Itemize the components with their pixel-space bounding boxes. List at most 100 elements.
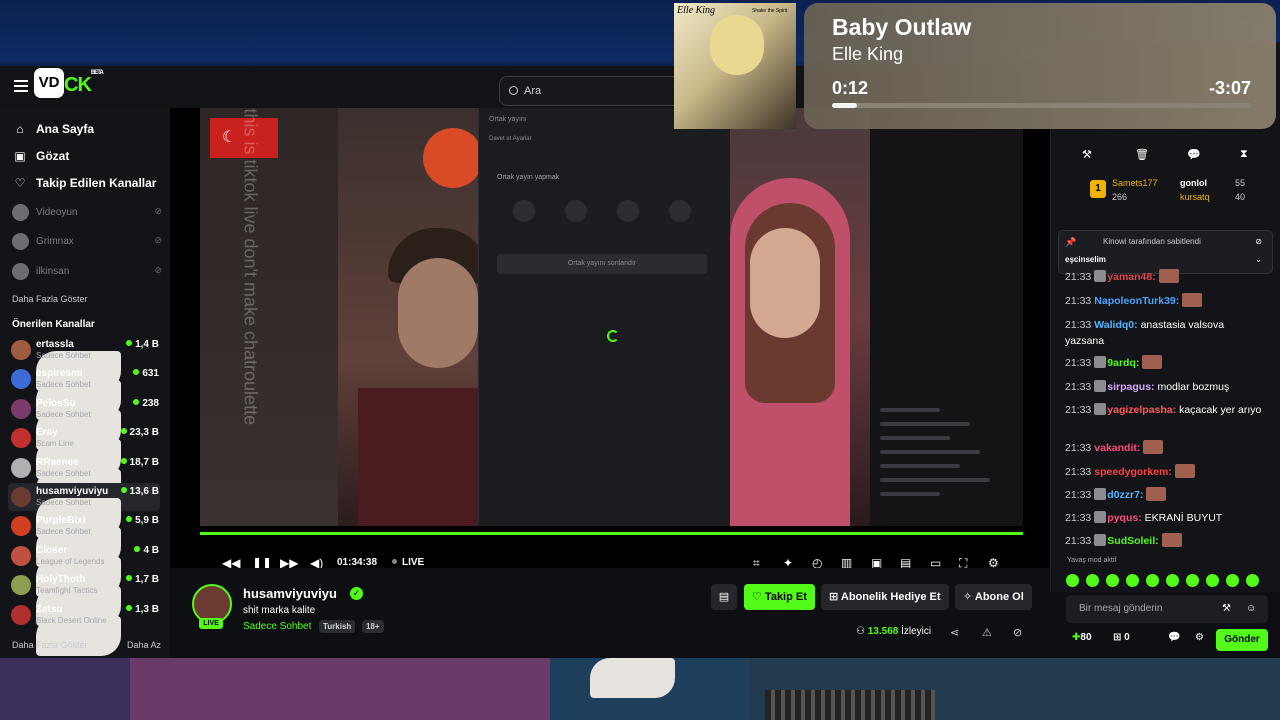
tag-18plus[interactable]: 18+ <box>362 620 384 633</box>
chat-message[interactable]: 21:33 sirpagus: modlar bozmuş <box>1065 379 1265 395</box>
tag-turkish[interactable]: Turkish <box>319 620 356 633</box>
chat-message[interactable]: 21:33 vakandit: <box>1065 440 1265 456</box>
leader-name[interactable]: gonlol <box>1180 178 1207 188</box>
share-icon[interactable]: ⋖ <box>950 626 959 639</box>
emote-icon[interactable] <box>1126 574 1139 587</box>
message-time: 21:33 <box>1065 381 1092 393</box>
nav-browse[interactable]: ▣ Gözat <box>12 149 69 163</box>
chat-count[interactable]: ⊞ 0 <box>1113 632 1130 643</box>
chat-message[interactable]: 21:33 pyqus: EKRANİ BUYUT <box>1065 510 1265 526</box>
message-user[interactable]: sirpagus: <box>1107 381 1154 393</box>
recommended-channel[interactable]: Zetsu Black Desert Online 1,3 B <box>8 601 160 656</box>
channel-name: ertassla <box>36 339 74 350</box>
menu-icon[interactable] <box>14 80 28 92</box>
stream-category[interactable]: Sadece Sohbet <box>243 621 311 632</box>
recommended-channel[interactable]: Eray Scam Line 23,3 B <box>8 424 160 480</box>
nav-home[interactable]: ⌂ Ana Sayfa <box>12 122 94 136</box>
show-more-recommended[interactable]: Daha Fazla Göster <box>12 640 88 650</box>
recommended-channel[interactable]: PurpleBixi Sadece Sohbet 5,9 B <box>8 512 160 568</box>
message-user[interactable]: d0zzr7: <box>1107 489 1143 501</box>
chat-message[interactable]: 21:33 9ardq: <box>1065 355 1265 371</box>
message-user[interactable]: yagizelpasha: <box>1107 404 1176 416</box>
users-icon: ⚇ <box>856 626 868 637</box>
mod-icon[interactable]: ⚒ <box>1082 148 1092 161</box>
emote-icon[interactable] <box>1206 574 1219 587</box>
recommended-channel[interactable]: HolyThoth Teamfight Tactics 1,7 B <box>8 571 160 627</box>
chat-message[interactable]: 21:33 yagizelpasha: kaçacak yer arıyo <box>1065 402 1265 418</box>
trash-icon[interactable]: 🗑 <box>1135 148 1149 161</box>
music-progress-bar[interactable] <box>832 103 1251 108</box>
message-time: 21:33 <box>1065 404 1092 416</box>
verified-icon: ✓ <box>350 587 363 600</box>
recommended-channel[interactable]: ertassla Sadece Sohbet 1,4 B <box>8 336 160 391</box>
emote-icon[interactable] <box>1106 574 1119 587</box>
emote-icon[interactable] <box>1166 574 1179 587</box>
chat-message[interactable]: 21:33 SudSoleil: <box>1065 533 1265 549</box>
emote-icon[interactable] <box>1086 574 1099 587</box>
chat-message[interactable]: 21:33 d0zzr7: <box>1065 487 1265 503</box>
message-user[interactable]: speedygorkem: <box>1094 466 1172 478</box>
report-icon[interactable]: ⚠ <box>982 626 992 639</box>
emote-icon[interactable] <box>1146 574 1159 587</box>
chat-message[interactable]: 21:33 speedygorkem: <box>1065 464 1265 480</box>
chat-line <box>880 492 940 496</box>
pinned-message[interactable]: 📌 Kinowi tarafından sabitlendi eşcinseli… <box>1058 230 1273 274</box>
followed-channel[interactable]: Grimnax ⊘ <box>12 231 162 253</box>
channel-name: espiresmi <box>36 368 83 380</box>
leader-value: 40 <box>1235 192 1246 202</box>
followed-channel[interactable]: ilkinsan ⊘ <box>12 261 162 283</box>
message-user[interactable]: pyqus: <box>1107 512 1141 524</box>
show-less-recommended[interactable]: Daha Az <box>127 640 161 650</box>
search-icon <box>509 86 518 95</box>
recommended-channel[interactable]: RRaenee Sadece Sohbet 18,7 B <box>8 454 160 509</box>
streamer-name[interactable]: husamviyuviyu <box>243 586 337 601</box>
video-frame[interactable]: ☾ this is tiktok live don't make chatrou… <box>200 108 1023 526</box>
chat-bubble-icon[interactable]: 💬 <box>1187 148 1201 161</box>
calendar-button[interactable]: ▤ <box>711 584 737 610</box>
chat-message[interactable]: 21:33 yaman48: <box>1065 269 1265 285</box>
nav-following[interactable]: ♡ Takip Edilen Kanallar <box>12 176 157 190</box>
chat-users-icon[interactable]: 💬 <box>1168 632 1180 643</box>
recommended-channel[interactable]: PelosSu Sadece Sohbet 238 <box>8 395 160 450</box>
follow-button[interactable]: ♡ Takip Et <box>744 584 815 610</box>
message-user[interactable]: yaman48: <box>1107 271 1155 283</box>
gift-subscription-button[interactable]: ⊞ Abonelik Hediye Et <box>821 584 949 610</box>
translate-icon[interactable]: ⚒ <box>1222 595 1231 623</box>
recommended-channel[interactable]: husamviyuviyu Sadece Sohbet 13,6 B <box>8 483 160 538</box>
message-user[interactable]: Walidq0: <box>1094 319 1137 331</box>
send-button[interactable]: Gönder <box>1216 629 1268 651</box>
brand-wordmark[interactable]: CKBETA <box>64 70 104 97</box>
emote-icon[interactable] <box>1066 574 1079 587</box>
live-indicator[interactable]: LIVE <box>392 557 424 568</box>
video-progress-bar[interactable] <box>200 532 1023 535</box>
unpin-icon[interactable]: ⊘ <box>1255 237 1262 246</box>
gift-icon: ⊞ <box>1113 632 1125 643</box>
chevron-down-icon[interactable]: ⌄ <box>1255 255 1262 264</box>
emote-icon[interactable] <box>1186 574 1199 587</box>
chat-settings-icon[interactable]: ⚙ <box>1195 632 1204 643</box>
channel-points[interactable]: ✚80 <box>1072 632 1092 643</box>
leader-name[interactable]: kursatq <box>1180 192 1210 202</box>
emoji-icon[interactable]: ☺ <box>1246 595 1256 623</box>
video-player[interactable]: ☾ this is tiktok live don't make chatrou… <box>170 108 1050 570</box>
recommended-channel[interactable]: espiresmi Sadece Sohbet 631 <box>8 365 160 421</box>
message-user[interactable]: SudSoleil: <box>1107 535 1158 547</box>
subscribe-button[interactable]: ✧ Abone Ol <box>955 584 1032 610</box>
leader-name[interactable]: Samets177 <box>1112 178 1158 188</box>
emote-icon[interactable] <box>1246 574 1259 587</box>
chat-message[interactable]: 21:33 NapoleonTurk39: <box>1065 293 1265 309</box>
message-user[interactable]: vakandit: <box>1094 442 1140 454</box>
timer-icon[interactable]: ⧗ <box>1240 148 1248 161</box>
mute-icon[interactable]: ⊘ <box>1013 626 1022 639</box>
message-user[interactable]: 9ardq: <box>1107 357 1139 369</box>
emote-icon[interactable] <box>1226 574 1239 587</box>
message-user[interactable]: NapoleonTurk39: <box>1094 295 1179 307</box>
chat-line <box>880 450 980 454</box>
show-more-followed[interactable]: Daha Fazla Göster <box>12 294 88 304</box>
brand-logo[interactable]: VD <box>34 68 64 98</box>
recommended-channel[interactable]: Closer League of Legends 4 B <box>8 542 160 597</box>
chat-input[interactable]: Bir mesaj gönderin ⚒ ☺ <box>1066 595 1268 623</box>
streamer-left <box>338 108 488 526</box>
followed-channel[interactable]: Videoyun ⊘ <box>12 202 162 224</box>
chat-message[interactable]: 21:33 Walidq0: anastasia valsova yazsana <box>1065 317 1265 349</box>
